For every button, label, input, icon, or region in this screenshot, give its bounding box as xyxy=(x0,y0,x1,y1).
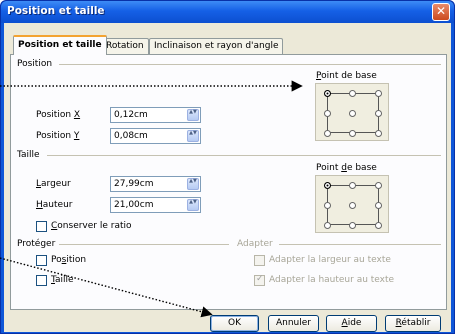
tab-label: Rotation xyxy=(106,41,144,51)
reset-button[interactable]: Rétablir xyxy=(385,315,441,332)
basepoint-middle-left[interactable] xyxy=(324,202,331,209)
close-button[interactable]: ✕ xyxy=(432,3,450,21)
height-label: Hauteur xyxy=(36,200,73,210)
basepoint-top-center[interactable] xyxy=(349,90,356,97)
width-label: Largeur xyxy=(36,179,71,189)
title-bar[interactable]: Position et taille ✕ xyxy=(1,1,454,23)
basepoint-bottom-center[interactable] xyxy=(349,130,356,137)
cancel-button[interactable]: Annuler xyxy=(268,315,319,332)
basepoint-label-taille: Point de base xyxy=(316,163,377,173)
section-title-taille: Taille xyxy=(17,150,40,160)
basepoint-center[interactable] xyxy=(349,110,356,117)
section-divider xyxy=(59,64,441,65)
basepoint-grid-taille[interactable] xyxy=(315,175,389,233)
basepoint-top-center[interactable] xyxy=(349,182,356,189)
dialog-client-area: Position et taille Rotation Inclinaison … xyxy=(4,23,451,332)
basepoint-bottom-left[interactable] xyxy=(324,222,331,229)
ok-button[interactable]: OK xyxy=(210,315,259,332)
window-title: Position et taille xyxy=(7,5,105,17)
width-input[interactable]: 27,99cm ▲▼ xyxy=(110,176,201,192)
close-icon: ✕ xyxy=(435,4,447,18)
basepoint-bottom-left[interactable] xyxy=(324,130,331,137)
basepoint-top-left[interactable] xyxy=(324,90,331,97)
keep-ratio-checkbox[interactable] xyxy=(36,221,47,232)
position-x-input[interactable]: 0,12cm ▲▼ xyxy=(110,107,201,123)
protect-position-label: Position xyxy=(51,255,87,265)
tab-label: Position et taille xyxy=(18,40,102,50)
fit-width-label: Adapter la largeur au texte xyxy=(269,255,391,265)
tab-panel: Position Point de base Position X 0,12cm… xyxy=(10,54,447,310)
protect-size-checkbox[interactable] xyxy=(36,275,47,286)
protect-position-checkbox[interactable] xyxy=(36,255,47,266)
keep-ratio-label: Conserver le ratio xyxy=(51,221,132,231)
spin-arrows-icon[interactable]: ▲▼ xyxy=(187,199,199,211)
spin-arrows-icon[interactable]: ▲▼ xyxy=(187,130,199,142)
tab-inclinaison[interactable]: Inclinaison et rayon d'angle xyxy=(149,38,284,54)
fit-height-checkbox[interactable]: ✓ xyxy=(254,274,265,286)
protect-size-label: Taille xyxy=(51,275,74,285)
section-title-position: Position xyxy=(17,59,53,69)
basepoint-middle-right[interactable] xyxy=(375,110,382,117)
dialog-window: Position et taille ✕ Position et taille … xyxy=(0,0,455,334)
position-y-value: 0,08cm xyxy=(114,131,148,141)
position-x-label: Position X xyxy=(36,110,81,120)
checkmark-icon: ✓ xyxy=(256,274,264,284)
basepoint-bottom-center[interactable] xyxy=(349,222,356,229)
basepoint-grid-position[interactable] xyxy=(315,83,389,141)
basepoint-top-right[interactable] xyxy=(375,90,382,97)
tab-position-et-taille[interactable]: Position et taille xyxy=(13,35,107,55)
section-divider xyxy=(59,244,229,245)
tab-label: Inclinaison et rayon d'angle xyxy=(154,41,279,51)
section-divider xyxy=(279,244,441,245)
position-y-label: Position Y xyxy=(36,131,80,141)
basepoint-top-right[interactable] xyxy=(375,182,382,189)
basepoint-middle-left[interactable] xyxy=(324,110,331,117)
tab-rotation[interactable]: Rotation xyxy=(101,38,149,54)
spin-arrows-icon[interactable]: ▲▼ xyxy=(187,109,199,121)
position-x-value: 0,12cm xyxy=(114,110,148,120)
basepoint-bottom-right[interactable] xyxy=(375,222,382,229)
basepoint-top-left[interactable] xyxy=(324,182,331,189)
help-button[interactable]: Aide xyxy=(326,315,377,332)
fit-height-label: Adapter la hauteur au texte xyxy=(269,275,395,285)
position-y-input[interactable]: 0,08cm ▲▼ xyxy=(110,128,201,144)
fit-width-checkbox[interactable] xyxy=(254,255,265,266)
basepoint-middle-right[interactable] xyxy=(375,202,382,209)
section-title-proteger: Protéger xyxy=(17,239,56,249)
section-divider xyxy=(47,155,441,156)
basepoint-label-position: Point de base xyxy=(316,71,377,81)
basepoint-bottom-right[interactable] xyxy=(375,130,382,137)
basepoint-center[interactable] xyxy=(349,202,356,209)
spin-arrows-icon[interactable]: ▲▼ xyxy=(187,178,199,190)
height-value: 21,00cm xyxy=(114,200,154,210)
section-title-adapter: Adapter xyxy=(237,239,273,249)
height-input[interactable]: 21,00cm ▲▼ xyxy=(110,197,201,213)
width-value: 27,99cm xyxy=(114,179,154,189)
